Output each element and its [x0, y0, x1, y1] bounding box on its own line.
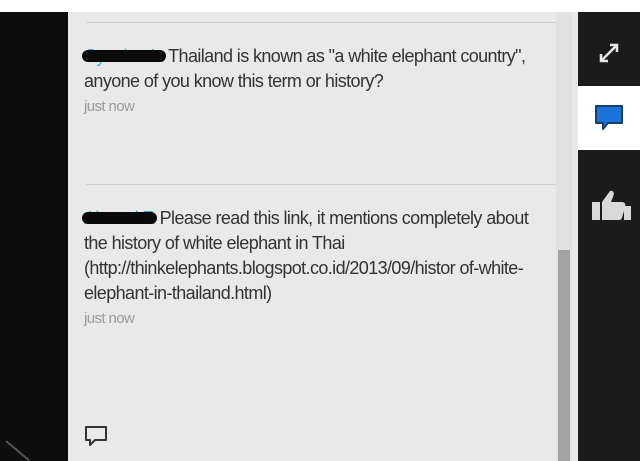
scrollbar-thumb[interactable]	[558, 250, 570, 461]
redaction-mark	[82, 50, 167, 62]
chat-button[interactable]	[578, 86, 640, 150]
right-sidebar	[578, 12, 640, 461]
comment-compose-icon	[85, 426, 107, 446]
comment-author[interactable]: Ahmad F.	[82, 206, 158, 231]
comment-timestamp: just now	[84, 98, 135, 115]
thumbs-up-icon	[592, 190, 631, 220]
window-top-border	[0, 0, 640, 12]
background-left	[0, 12, 68, 461]
comment-item: Ahmad F. Please read this link, it menti…	[82, 206, 554, 330]
comments-panel: Cyanian In Thailand is known as "a white…	[68, 12, 578, 461]
comment-timestamp: just now	[84, 310, 135, 327]
like-button[interactable]	[578, 176, 640, 236]
expand-icon	[599, 43, 619, 63]
redaction-mark	[82, 212, 158, 224]
divider	[86, 22, 564, 23]
comment-item: Cyanian In Thailand is known as "a white…	[82, 44, 554, 118]
expand-button[interactable]	[578, 24, 640, 84]
compose-comment-button[interactable]	[82, 422, 110, 450]
chat-bubble-icon	[595, 105, 623, 130]
comment-author[interactable]: Cyanian In	[82, 44, 167, 69]
divider	[86, 184, 564, 185]
